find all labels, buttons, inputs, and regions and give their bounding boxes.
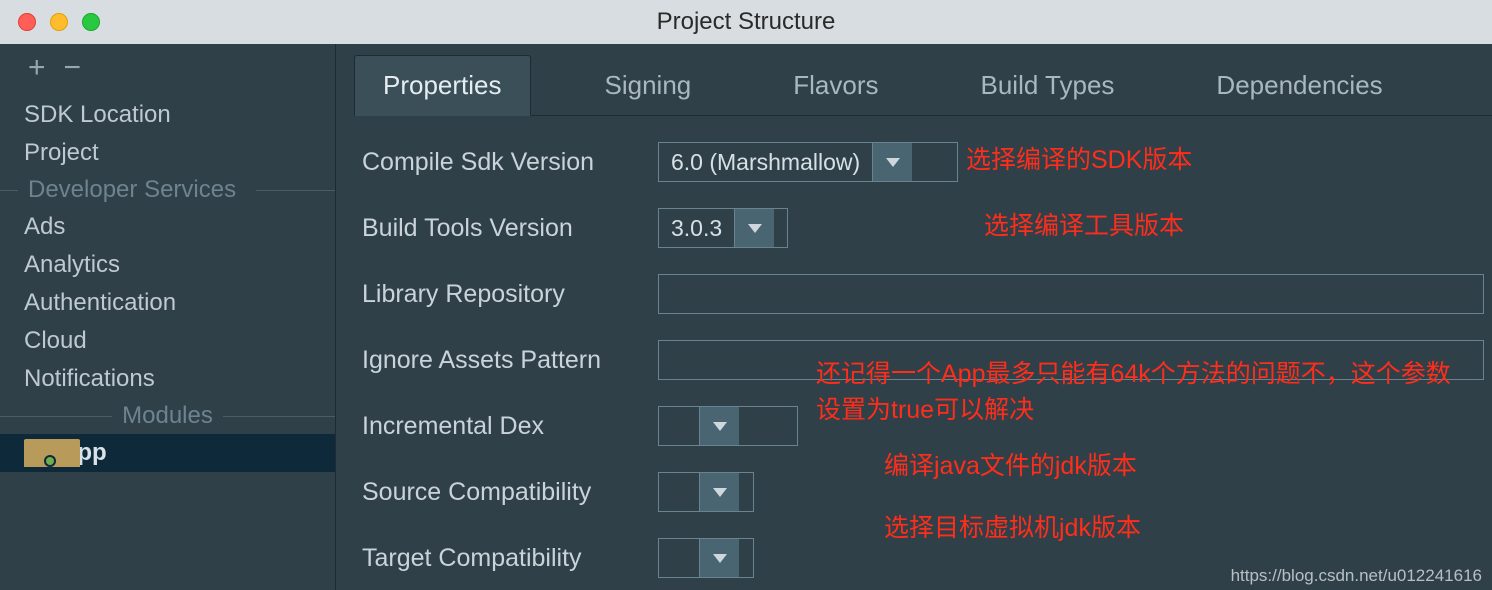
add-button[interactable]: + [28, 53, 46, 83]
library-repo-label: Library Repository [362, 280, 658, 309]
build-tools-combo[interactable]: 3.0.3 [658, 208, 788, 248]
target-compat-label: Target Compatibility [362, 544, 658, 573]
sidebar-item-project[interactable]: Project [0, 134, 335, 172]
source-compat-value [659, 473, 699, 511]
window-controls [0, 13, 100, 31]
target-compat-value [659, 539, 699, 577]
tab-properties[interactable]: Properties [354, 55, 531, 116]
sidebar-header-dev-services: Developer Services [0, 172, 335, 208]
tab-signing[interactable]: Signing [577, 56, 720, 115]
source-compat-combo[interactable] [658, 472, 754, 512]
sidebar: + − SDK Location Project Developer Servi… [0, 44, 336, 590]
sidebar-item-ads[interactable]: Ads [0, 208, 335, 246]
maximize-icon[interactable] [82, 13, 100, 31]
titlebar: Project Structure [0, 0, 1492, 44]
chevron-down-icon[interactable] [699, 539, 739, 577]
source-compat-label: Source Compatibility [362, 478, 658, 507]
tab-bar: Properties Signing Flavors Build Types D… [354, 44, 1492, 116]
tab-flavors[interactable]: Flavors [765, 56, 906, 115]
chevron-down-icon[interactable] [699, 473, 739, 511]
sidebar-item-cloud[interactable]: Cloud [0, 322, 335, 360]
content-pane: Properties Signing Flavors Build Types D… [336, 44, 1492, 590]
chevron-down-icon[interactable] [734, 209, 774, 247]
module-icon [24, 443, 52, 463]
sidebar-header-modules: Modules [0, 398, 335, 434]
compile-sdk-value: 6.0 (Marshmallow) [659, 143, 872, 181]
chevron-down-icon[interactable] [699, 407, 739, 445]
build-tools-value: 3.0.3 [659, 209, 734, 247]
chevron-down-icon[interactable] [872, 143, 912, 181]
watermark: https://blog.csdn.net/u012241616 [1231, 566, 1482, 586]
sidebar-module-app[interactable]: app [0, 434, 335, 472]
sidebar-item-authentication[interactable]: Authentication [0, 284, 335, 322]
ignore-assets-label: Ignore Assets Pattern [362, 346, 658, 375]
ignore-assets-field[interactable] [658, 340, 1484, 380]
tab-dependencies[interactable]: Dependencies [1188, 56, 1410, 115]
close-icon[interactable] [18, 13, 36, 31]
sidebar-item-sdk-location[interactable]: SDK Location [0, 96, 335, 134]
target-compat-combo[interactable] [658, 538, 754, 578]
window-title: Project Structure [0, 8, 1492, 36]
incremental-dex-combo[interactable] [658, 406, 798, 446]
incremental-dex-label: Incremental Dex [362, 412, 658, 441]
compile-sdk-combo[interactable]: 6.0 (Marshmallow) [658, 142, 958, 182]
library-repo-field[interactable] [658, 274, 1484, 314]
minimize-icon[interactable] [50, 13, 68, 31]
tab-build-types[interactable]: Build Types [952, 56, 1142, 115]
build-tools-label: Build Tools Version [362, 214, 658, 243]
remove-button[interactable]: − [64, 53, 82, 83]
incremental-dex-value [659, 407, 699, 445]
sidebar-toolbar: + − [0, 44, 335, 92]
compile-sdk-label: Compile Sdk Version [362, 148, 658, 177]
sidebar-item-analytics[interactable]: Analytics [0, 246, 335, 284]
sidebar-item-notifications[interactable]: Notifications [0, 360, 335, 398]
